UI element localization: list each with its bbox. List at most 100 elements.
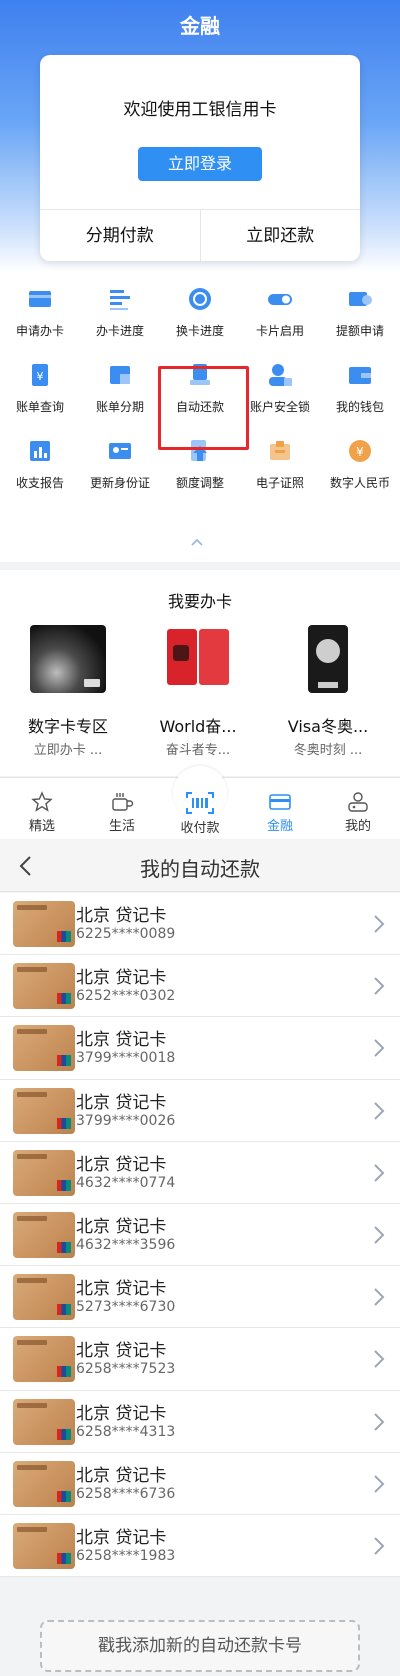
card-row[interactable]: 北京 贷记卡 3799****0026 xyxy=(0,1079,400,1142)
card-name: 北京 贷记卡 xyxy=(76,1341,167,1362)
credit-card-image xyxy=(13,901,75,947)
bank-logo xyxy=(17,1278,47,1284)
unionpay-logo xyxy=(57,1490,71,1502)
tab-label: 精选 xyxy=(28,819,55,834)
user-icon xyxy=(348,792,368,812)
chevron-right-icon xyxy=(374,1164,385,1182)
promo-visa-olympic-card[interactable]: Visa冬奥... 冬奥时刻 ... xyxy=(273,625,383,758)
card-row[interactable]: 北京 贷记卡 3799****0018 xyxy=(0,1017,400,1080)
card-row[interactable]: 北京 贷记卡 6258****4313 xyxy=(0,1390,400,1453)
card-name: 北京 贷记卡 xyxy=(76,906,167,926)
card-number: 6225****0089 xyxy=(76,926,176,942)
tab-life[interactable]: 生活 xyxy=(82,778,162,840)
card-row[interactable]: 北京 贷记卡 6258****1983 xyxy=(0,1514,400,1578)
tab-finance[interactable]: 金融 xyxy=(240,778,320,840)
card-name: 北京 贷记卡 xyxy=(76,1216,167,1237)
add-card-area: 戳我添加新的自动还款卡号 xyxy=(0,1604,400,1676)
unionpay-logo xyxy=(57,1241,71,1253)
card-apply-icon xyxy=(27,286,53,312)
bank-logo xyxy=(17,1215,47,1221)
e-license-icon xyxy=(267,438,293,464)
card-image xyxy=(30,625,106,693)
report-icon xyxy=(27,438,53,464)
svg-text:¥: ¥ xyxy=(37,370,44,383)
tab-pay[interactable]: 收付款 xyxy=(160,778,240,840)
card-number: 6252****0302 xyxy=(76,988,176,1005)
card-number: 4632****3596 xyxy=(76,1236,176,1253)
card-number: 3799****0018 xyxy=(76,1050,176,1067)
add-card-button[interactable]: 戳我添加新的自动还款卡号 xyxy=(40,1620,360,1672)
grid-item-card-activate[interactable]: 卡片启用 xyxy=(240,272,320,350)
grid-item-digital-rmb[interactable]: ¥ 数字人民币 xyxy=(320,424,400,502)
tab-label: 收付款 xyxy=(180,821,220,836)
grid-item-limit-apply[interactable]: 提额申请 xyxy=(320,272,400,350)
progress-list-icon xyxy=(107,286,133,312)
welcome-text: 欢迎使用工银信用卡 xyxy=(123,100,277,120)
card-name: 北京 贷记卡 xyxy=(76,1465,167,1486)
card-number: 5273****6730 xyxy=(76,1299,176,1316)
auto-repay-highlight xyxy=(158,366,249,450)
grid-item-report[interactable]: 收支报告 xyxy=(0,424,80,502)
unionpay-logo xyxy=(57,1055,71,1067)
card-name: 北京 贷记卡 xyxy=(76,1030,167,1051)
card-row[interactable]: 北京 贷记卡 4632****3596 xyxy=(0,1203,400,1267)
grid-item-exchange-progress[interactable]: 换卡进度 xyxy=(160,272,240,350)
grid-item-account-lock[interactable]: 账户安全锁 xyxy=(240,348,320,426)
toggle-icon xyxy=(267,286,293,312)
card-row[interactable]: 北京 贷记卡 6258****6736 xyxy=(0,1452,400,1515)
grid-label: 卡片启用 xyxy=(255,324,304,338)
bottom-tab-bar: 精选 生活 收付款 金融 我的 xyxy=(0,766,400,840)
grid-item-update-id[interactable]: 更新身份证 xyxy=(80,424,160,502)
card-image xyxy=(163,625,233,693)
bank-logo xyxy=(17,1526,47,1532)
promo-digital-card[interactable]: 数字卡专区 立即办卡 ... xyxy=(13,625,123,758)
promo-subtitle: 奋斗者专... xyxy=(165,743,231,758)
repay-now-button[interactable]: 立即还款 xyxy=(201,210,361,261)
exchange-icon xyxy=(187,286,213,312)
card-number: 6258****7523 xyxy=(76,1361,176,1378)
tab-featured[interactable]: 精选 xyxy=(2,778,82,840)
card-row[interactable]: 北京 贷记卡 6252****0302 xyxy=(0,955,400,1018)
card-row[interactable]: 北京 贷记卡 6258****7523 xyxy=(0,1328,400,1391)
card-number: 6258****6736 xyxy=(76,1485,176,1502)
grid-item-bill-query[interactable]: ¥ 账单查询 xyxy=(0,348,80,426)
chevron-right-icon xyxy=(374,1101,385,1120)
unionpay-logo xyxy=(57,1366,71,1378)
page-title: 我的自动还款 xyxy=(140,857,260,881)
chevron-right-icon xyxy=(374,1288,385,1306)
grid-item-apply-card[interactable]: 申请办卡 xyxy=(0,272,80,350)
grid-label: 办卡进度 xyxy=(95,324,144,338)
promo-subtitle: 立即办卡 ... xyxy=(33,743,103,758)
page-title: 金融 xyxy=(180,14,220,38)
finance-header: 金融 欢迎使用工银信用卡 立即登录 分期付款 立即还款 xyxy=(0,0,400,272)
grid-label: 申请办卡 xyxy=(15,324,64,338)
card-row[interactable]: 北京 贷记卡 5273****6730 xyxy=(0,1266,400,1329)
grid-label: 换卡进度 xyxy=(175,324,224,338)
chevron-up-icon[interactable] xyxy=(190,535,204,549)
bank-logo xyxy=(17,1153,47,1159)
grid-label: 额度调整 xyxy=(175,476,224,490)
bank-logo xyxy=(17,967,47,973)
promo-world-card[interactable]: World奋... 奋斗者专... xyxy=(143,625,253,758)
installment-button[interactable]: 分期付款 xyxy=(40,210,201,261)
grid-item-my-wallet[interactable]: 我的钱包 xyxy=(320,348,400,426)
card-name: 北京 贷记卡 xyxy=(76,1279,167,1300)
login-button[interactable]: 立即登录 xyxy=(138,147,262,181)
chevron-right-icon xyxy=(374,1537,385,1555)
unionpay-logo xyxy=(57,993,71,1005)
quick-actions: 分期付款 立即还款 xyxy=(40,209,360,261)
bill-query-icon: ¥ xyxy=(27,362,53,388)
tab-mine[interactable]: 我的 xyxy=(318,778,398,840)
bank-logo xyxy=(17,1091,47,1097)
grid-item-card-progress[interactable]: 办卡进度 xyxy=(80,272,160,350)
grid-label: 电子证照 xyxy=(255,476,304,490)
credit-card-image xyxy=(13,1460,75,1507)
card-row[interactable]: 北京 贷记卡 6225****0089 xyxy=(0,893,400,956)
promo-name: 数字卡专区 xyxy=(27,717,108,736)
scan-icon xyxy=(186,792,214,814)
grid-item-bill-installment[interactable]: 账单分期 xyxy=(80,348,160,426)
grid-item-e-license[interactable]: 电子证照 xyxy=(240,424,320,502)
tab-label: 我的 xyxy=(344,819,371,834)
card-row[interactable]: 北京 贷记卡 4632****0774 xyxy=(0,1141,400,1204)
digital-rmb-icon: ¥ xyxy=(347,438,373,464)
